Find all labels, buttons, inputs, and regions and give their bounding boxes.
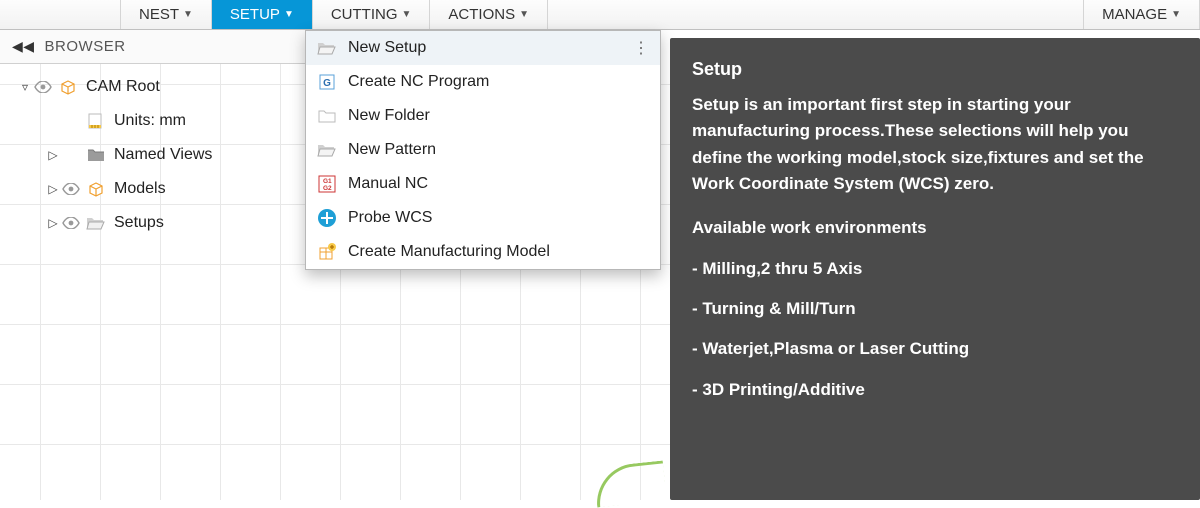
nc-g-icon: G	[316, 73, 338, 91]
main-toolbar: NEST▼ SETUP▼ CUTTING▼ ACTIONS▼ MANAGE▼	[0, 0, 1200, 30]
tooltip-item: - Milling,2 thru 5 Axis	[692, 256, 1178, 282]
ruler-icon	[84, 112, 108, 130]
chevron-down-icon: ▼	[1171, 9, 1181, 20]
menu-label: New Pattern	[348, 141, 436, 159]
visibility-icon[interactable]	[62, 183, 84, 195]
probe-icon	[316, 208, 338, 228]
tooltip-subheading: Available work environments	[692, 215, 1178, 241]
chevron-down-icon: ▼	[183, 9, 193, 20]
tree-label: CAM Root	[80, 78, 160, 96]
menu-label: Create NC Program	[348, 73, 489, 91]
folder-open-icon	[84, 215, 108, 231]
tab-actions[interactable]: ACTIONS▼	[430, 0, 548, 29]
tab-manage[interactable]: MANAGE▼	[1083, 0, 1200, 29]
menu-label: Create Manufacturing Model	[348, 243, 550, 261]
menu-item-new-pattern[interactable]: New Pattern	[306, 133, 660, 167]
browser-panel: ◀◀ BROWSER ▿ CAM Root Units: mm ▷ Named …	[0, 30, 305, 246]
svg-text:G2: G2	[323, 185, 332, 192]
browser-title: BROWSER	[45, 38, 126, 55]
tab-nest[interactable]: NEST▼	[120, 0, 212, 29]
chevron-down-icon: ▼	[519, 9, 529, 20]
expander-icon[interactable]: ▷	[44, 148, 62, 162]
setup-dropdown-menu: New Setup ⋮ G Create NC Program New Fold…	[305, 30, 661, 270]
browser-tree: ▿ CAM Root Units: mm ▷ Named Views ▷ Mod…	[0, 64, 305, 246]
svg-text:G: G	[323, 78, 331, 89]
mfg-model-icon	[316, 242, 338, 262]
folder-open-icon	[316, 142, 338, 158]
menu-item-create-nc-program[interactable]: G Create NC Program	[306, 65, 660, 99]
tooltip-body: Setup is an important first step in star…	[692, 92, 1178, 197]
expander-icon[interactable]: ▷	[44, 216, 62, 230]
svg-text:G1: G1	[323, 178, 332, 185]
menu-label: New Setup	[348, 39, 426, 57]
tree-node-named-views[interactable]: ▷ Named Views	[0, 138, 305, 172]
tree-node-setups[interactable]: ▷ Setups	[0, 206, 305, 240]
folder-open-icon	[316, 40, 338, 56]
menu-label: Manual NC	[348, 175, 428, 193]
help-tooltip: Setup Setup is an important first step i…	[670, 38, 1200, 500]
tree-label: Models	[108, 180, 166, 198]
folder-icon	[84, 147, 108, 163]
component-icon	[84, 180, 108, 198]
component-icon	[56, 78, 80, 96]
tooltip-item: - 3D Printing/Additive	[692, 377, 1178, 403]
tree-node-units[interactable]: Units: mm	[0, 104, 305, 138]
menu-label: Probe WCS	[348, 209, 432, 227]
visibility-icon[interactable]	[34, 81, 56, 93]
expander-icon[interactable]: ▿	[16, 80, 34, 94]
tree-node-models[interactable]: ▷ Models	[0, 172, 305, 206]
tooltip-item: - Waterjet,Plasma or Laser Cutting	[692, 336, 1178, 362]
toolbar-spacer	[548, 0, 1083, 29]
menu-item-manual-nc[interactable]: G1G2 Manual NC	[306, 167, 660, 201]
visibility-icon[interactable]	[62, 217, 84, 229]
tree-label: Units: mm	[108, 112, 186, 130]
more-icon[interactable]: ⋮	[633, 38, 650, 58]
tree-node-cam-root[interactable]: ▿ CAM Root	[0, 70, 305, 104]
folder-icon	[316, 108, 338, 124]
chevron-down-icon: ▼	[284, 9, 294, 20]
sketch-stroke	[593, 460, 667, 507]
collapse-icon[interactable]: ◀◀	[12, 38, 35, 55]
expander-icon[interactable]: ▷	[44, 182, 62, 196]
tree-label: Setups	[108, 214, 164, 232]
toolbar-spacer	[0, 0, 120, 29]
menu-label: New Folder	[348, 107, 430, 125]
menu-item-new-folder[interactable]: New Folder	[306, 99, 660, 133]
chevron-down-icon: ▼	[402, 9, 412, 20]
menu-item-create-manufacturing-model[interactable]: Create Manufacturing Model	[306, 235, 660, 269]
tree-label: Named Views	[108, 146, 212, 164]
g1g2-icon: G1G2	[316, 175, 338, 193]
menu-item-probe-wcs[interactable]: Probe WCS	[306, 201, 660, 235]
tooltip-title: Setup	[692, 56, 1178, 84]
tooltip-item: - Turning & Mill/Turn	[692, 296, 1178, 322]
browser-header[interactable]: ◀◀ BROWSER	[0, 30, 305, 64]
menu-item-new-setup[interactable]: New Setup ⋮	[306, 31, 660, 65]
tab-setup[interactable]: SETUP▼	[212, 0, 313, 29]
tab-cutting[interactable]: CUTTING▼	[313, 0, 431, 29]
